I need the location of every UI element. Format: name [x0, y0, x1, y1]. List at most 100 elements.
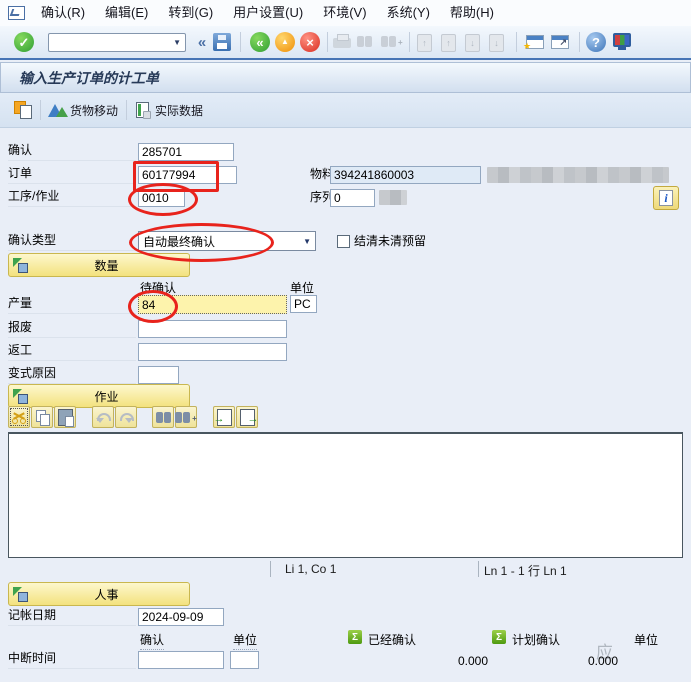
export-text-button[interactable]: →: [236, 406, 258, 428]
planned-column-header: 计划确认: [512, 631, 560, 648]
interruption-unit-input[interactable]: [230, 651, 259, 669]
interruption-label: 中断时间: [8, 651, 136, 669]
save-icon[interactable]: [213, 33, 231, 51]
operation-input[interactable]: [138, 189, 185, 207]
chevron-down-icon[interactable]: ▼: [173, 38, 181, 47]
collapse-icon[interactable]: «: [194, 34, 210, 50]
find-next-icon: +: [175, 412, 197, 423]
menu-help[interactable]: 帮助(H): [440, 0, 504, 26]
operation-label: 工序/作业: [8, 189, 136, 207]
variance-reason-label: 变式原因: [8, 366, 136, 384]
command-field[interactable]: ▼: [48, 33, 186, 52]
confirm-type-dropdown[interactable]: 自动最终确认 ▼: [138, 231, 316, 251]
confirmation-input[interactable]: [138, 143, 234, 161]
confirmation-column-header: 确认: [140, 631, 164, 650]
copy-button[interactable]: [31, 406, 53, 428]
previous-page-icon: ↑: [441, 34, 456, 52]
page-title: 输入生产订单的计工单: [19, 68, 159, 88]
menu-system[interactable]: 系统(Y): [377, 0, 440, 26]
menu-user-settings[interactable]: 用户设置(U): [223, 0, 313, 26]
back-icon[interactable]: «: [250, 32, 270, 52]
last-page-icon: ↓: [489, 34, 504, 52]
undo-icon: [96, 411, 110, 423]
order-label: 订单: [8, 166, 136, 184]
chevron-down-icon: ▼: [303, 237, 311, 246]
next-page-icon: ↓: [465, 34, 480, 52]
material-description-redacted: [487, 167, 669, 183]
info-icon: i: [659, 190, 673, 206]
material-input: [330, 166, 481, 184]
help-icon[interactable]: ?: [586, 32, 606, 52]
confirm-type-label: 确认类型: [8, 233, 136, 251]
clear-open-reservations-label: 结清未清预留: [354, 233, 426, 251]
cut-button[interactable]: [8, 406, 30, 428]
editor-line-info: Ln 1 - 1 行 Ln 1: [484, 562, 567, 579]
menu-environment[interactable]: 环境(V): [313, 0, 376, 26]
menu-confirm[interactable]: 确认(R): [31, 0, 95, 26]
menu-bar: 确认(R) 编辑(E) 转到(G) 用户设置(U) 环境(V) 系统(Y) 帮助…: [0, 0, 691, 27]
long-text-editor[interactable]: [8, 432, 683, 558]
standard-toolbar: ✓ ▼ « « ▲ × + ↑ ↑ ↓ ↓ ★ ↗ ?: [0, 26, 691, 60]
system-menu-icon[interactable]: [8, 6, 25, 20]
other-confirmation-icon[interactable]: [14, 101, 32, 119]
confirmation-label: 确认: [8, 143, 136, 161]
import-text-button[interactable]: →: [213, 406, 235, 428]
redo-icon: [119, 411, 133, 423]
order-input[interactable]: [138, 166, 237, 184]
editor-cursor-position: Li 1, Co 1: [285, 562, 336, 576]
create-shortcut-icon[interactable]: ↗: [551, 35, 569, 49]
export-icon: →: [240, 409, 255, 426]
enter-icon[interactable]: ✓: [14, 32, 34, 52]
collapse-section-icon: [13, 258, 28, 273]
rework-input[interactable]: [138, 343, 287, 361]
find-next-icon: +: [381, 36, 403, 47]
exit-icon[interactable]: ▲: [275, 32, 295, 52]
find-icon: [156, 412, 171, 423]
personnel-section-button[interactable]: 人事: [8, 582, 190, 606]
find-icon: [357, 36, 372, 47]
print-icon: [333, 38, 351, 48]
scrap-input[interactable]: [138, 320, 287, 338]
yield-label: 产量: [8, 296, 136, 314]
customize-layout-icon[interactable]: [613, 33, 631, 47]
posting-date-input[interactable]: [138, 608, 224, 626]
collapse-section-icon: [13, 389, 28, 404]
paste-button[interactable]: [54, 406, 76, 428]
new-session-icon[interactable]: ★: [526, 35, 544, 49]
import-icon: →: [217, 409, 232, 426]
rework-label: 返工: [8, 343, 136, 361]
undo-button: [92, 406, 114, 428]
goods-movement-button[interactable]: 货物移动: [70, 102, 118, 119]
sequence-input[interactable]: [330, 189, 375, 207]
actual-data-button[interactable]: 实际数据: [155, 102, 203, 119]
quantities-section-button[interactable]: 数量: [8, 253, 190, 277]
unit2-column-header: 单位: [634, 631, 658, 648]
yield-unit-input[interactable]: [290, 295, 317, 313]
unit-column-header: 单位: [233, 631, 257, 650]
copy-icon: [35, 410, 50, 425]
interruption-input[interactable]: [138, 651, 224, 669]
collapse-section-icon: [13, 587, 28, 602]
posting-date-label: 记帐日期: [8, 608, 136, 626]
scrap-label: 报废: [8, 320, 136, 338]
sum-icon: Σ: [492, 630, 506, 644]
menu-edit[interactable]: 编辑(E): [95, 0, 158, 26]
info-button[interactable]: i: [653, 186, 679, 210]
first-page-icon: ↑: [417, 34, 432, 52]
find-next-button[interactable]: +: [175, 406, 197, 428]
confirm-type-value: 自动最终确认: [143, 233, 215, 250]
cancel-icon[interactable]: ×: [300, 32, 320, 52]
cut-icon: [11, 410, 27, 424]
activities-section-button[interactable]: 作业: [8, 384, 190, 408]
yield-input[interactable]: [138, 295, 287, 314]
sequence-extra-redacted: [379, 190, 407, 205]
clear-open-reservations-checkbox[interactable]: [337, 235, 350, 248]
planned-value: 0.000: [550, 654, 618, 668]
confirmed-column-header: 已经确认: [368, 631, 416, 648]
redo-button: [115, 406, 137, 428]
find-button[interactable]: [152, 406, 174, 428]
menu-goto[interactable]: 转到(G): [158, 0, 223, 26]
variance-reason-input[interactable]: [138, 366, 179, 384]
application-toolbar: 货物移动 实际数据: [0, 93, 691, 128]
title-bar: 输入生产订单的计工单: [0, 62, 691, 93]
